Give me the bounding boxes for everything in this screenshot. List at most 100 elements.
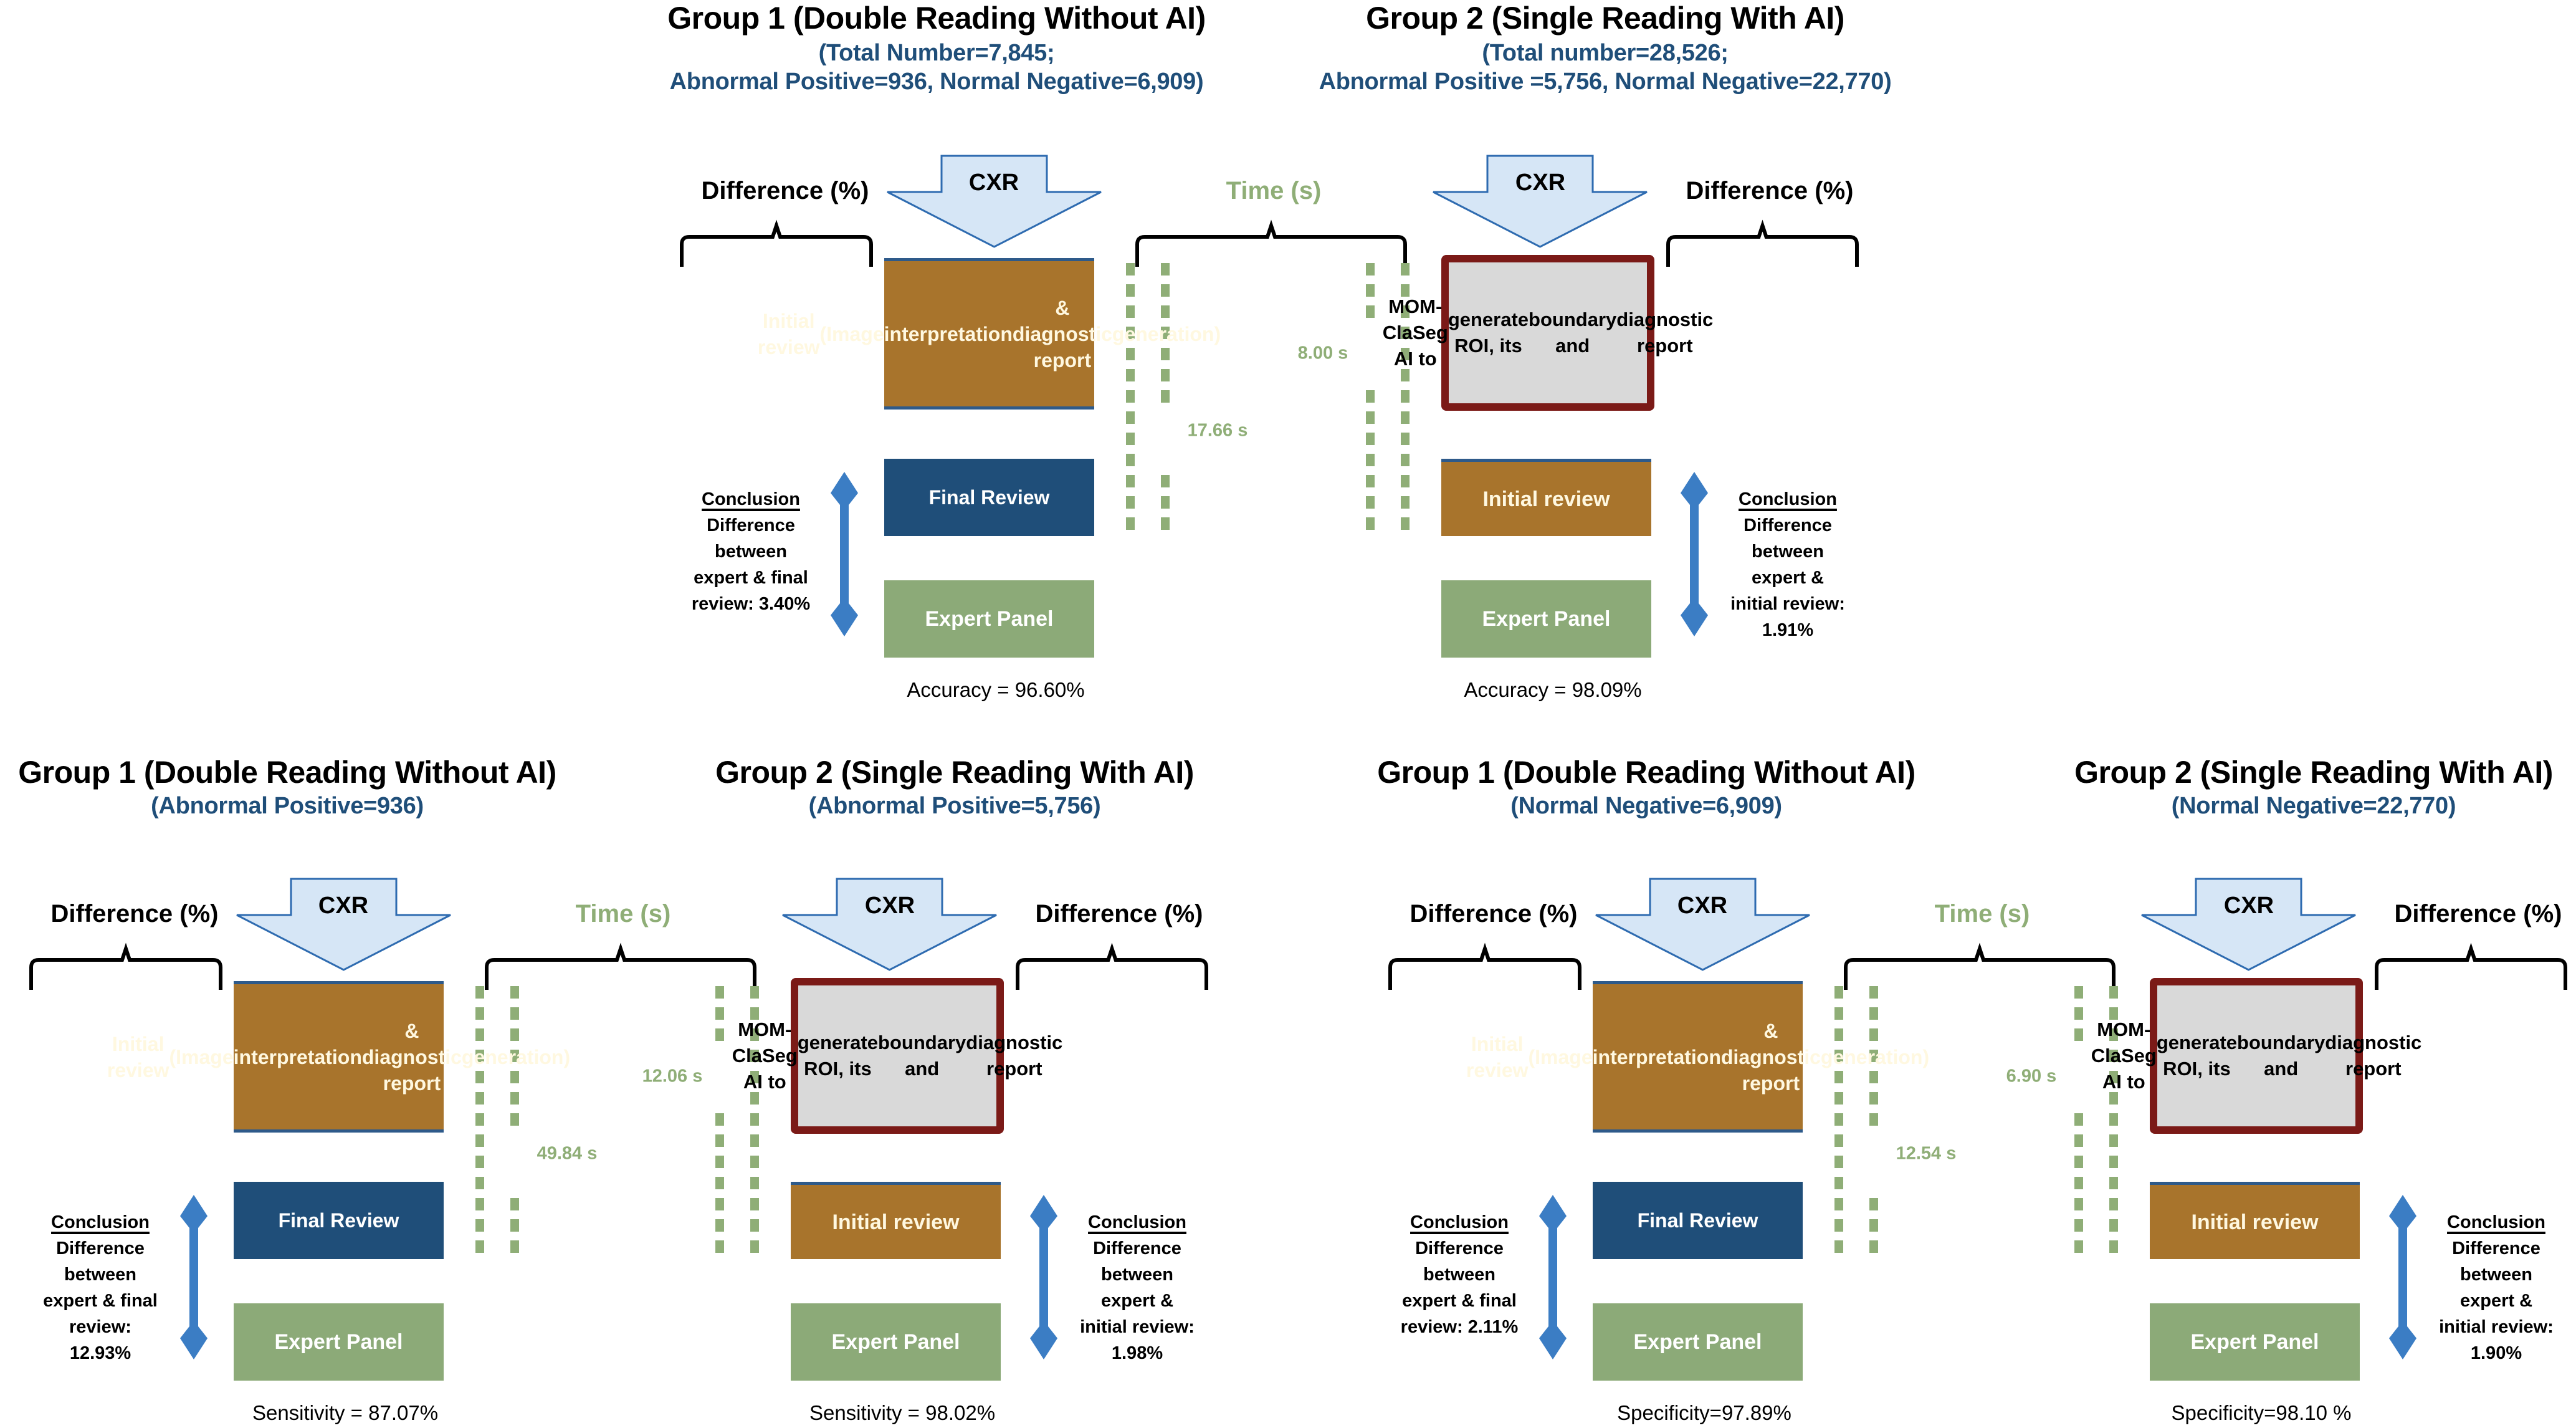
text-line: expert & final [43,1291,158,1311]
time-dots-group2-outer [750,1134,759,1147]
expert-panel-box-group2: Expert Panel [791,1303,1001,1381]
conclusion-heading: Conclusion [2447,1212,2545,1232]
time-dots-group1-inner [1161,263,1170,276]
initial-review-box-group2: Initial review [1441,459,1651,536]
group1-title: Group 1 (Double Reading Without AI) [667,1,1206,36]
time-dots-group1-inner [1161,305,1170,318]
time-dots-group2-inner [715,1028,724,1041]
time-dots-group1-inner [1869,1028,1878,1041]
time-bracket [1844,942,2116,990]
time-dots-group2-outer [750,1177,759,1189]
time-dots-group1-inner [1161,475,1170,487]
time-dots-group1-outer [1126,369,1135,381]
time-dots-group2-outer [750,1113,759,1126]
text-line: between [1751,542,1825,562]
text-line: 1.98% [1111,1343,1163,1363]
text-line: expert & [2459,1291,2533,1311]
difference-double-arrow-group2-top-head [1030,1195,1057,1234]
time-bracket [1135,219,1407,267]
ai-box-mom-claseg: MOM-ClaSeg AI to generate ROI, its boundar… [2091,978,2421,1134]
time-dots-group1-outer [475,1113,484,1126]
difference-header-group2: Difference (%) [1686,177,1854,204]
text-line: generation) [461,1045,571,1068]
text-line: generate ROI, its [2156,1032,2238,1080]
cxr-label-group2: CXR [2223,893,2274,919]
difference-double-arrow-group1-bottom-head [180,1321,208,1359]
text-line: (Abnormal Positive=5,756) [808,793,1101,819]
time-bracket [485,942,756,990]
time-dots-group1-outer [475,1134,484,1147]
metric-group2: Specificity=98.10 % [2171,1401,2352,1424]
text-line: diagnostic report [966,1032,1063,1080]
time-value-group2: 8.00 s [1297,343,1348,363]
initial-review-box-group2: Initial review [2150,1182,2360,1259]
metric-group1: Accuracy = 96.60% [907,678,1085,701]
difference-double-arrow-group2-bottom-head [1681,598,1708,636]
time-dots-group2-outer [1401,496,1410,509]
time-dots-group2-inner [2074,1156,2083,1168]
time-dots-group1-outer [1834,1240,1843,1253]
time-dots-group1-outer [475,1028,484,1041]
time-dots-group1-inner [1161,517,1170,530]
expert-panel-box-group2: Expert Panel [2150,1303,2360,1381]
text-line: expert & final [1402,1291,1517,1311]
time-header: Time (s) [1226,177,1322,204]
time-dots-group2-inner [1366,411,1375,424]
conclusion-group2: Conclusion Difference between expert & initi… [1062,1209,1212,1366]
cxr-label-group2: CXR [864,893,915,919]
text-line: generation) [1112,322,1221,345]
time-dots-group2-inner [715,1007,724,1020]
conclusion-heading: Conclusion [51,1212,150,1232]
time-dots-group1-outer [1126,411,1135,424]
text-line: MOM-ClaSeg AI to [2091,1018,2157,1093]
metric-group2: Accuracy = 98.09% [1464,678,1642,701]
text-line: (Normal Negative=6,909) [1510,793,1782,819]
text-line: (Image [1528,1045,1593,1068]
final-review-box: Final Review [234,1182,444,1259]
difference-bracket-group1 [29,942,222,990]
difference-header-group1: Difference (%) [701,177,869,204]
conclusion-group1: Conclusion Difference between expert & fina… [676,486,826,617]
difference-double-arrow-group1-bottom-head [1539,1321,1567,1359]
time-dots-group1-outer [1126,348,1135,360]
conclusion-group2: Conclusion Difference between expert & initi… [1713,486,1863,643]
difference-double-arrow-group2-top-head [2389,1195,2416,1234]
expert-panel-box-group2: Expert Panel [1441,580,1651,658]
time-dots-group1-outer [1834,1071,1843,1083]
time-dots-group2-outer [1401,263,1410,276]
time-dots-group1-outer [1834,1198,1843,1210]
time-dots-group1-inner [1869,1092,1878,1105]
time-dots-group2-inner [1366,475,1375,487]
text-line: Initial review [1466,1032,1529,1081]
final-review-box: Final Review [1593,1182,1803,1259]
time-dots-group2-inner [715,1156,724,1168]
time-dots-group2-outer [750,986,759,999]
time-dots-group1-inner [1869,1007,1878,1020]
time-dots-group1-outer [1834,1092,1843,1105]
group2-subtitle: (Normal Negative=22,770) [2172,792,2456,820]
initial-review-box-group2: Initial review [791,1182,1001,1259]
time-dots-group1-outer [1126,263,1135,276]
time-dots-group2-outer [2109,1198,2118,1210]
text-line: (Total number=28,526; [1482,40,1729,66]
difference-double-arrow-group2-bottom-head [2389,1321,2416,1359]
time-dots-group1-outer [1834,986,1843,999]
text-line: initial review: [1730,594,1845,614]
text-line: interpretation [233,1045,362,1068]
time-dots-group1-inner [1161,390,1170,403]
text-line: Difference [1415,1239,1504,1258]
time-dots-group2-inner [715,986,724,999]
time-dots-group2-inner [1366,517,1375,530]
expert-panel-box-group1: Expert Panel [884,580,1094,658]
time-dots-group2-inner [715,1240,724,1253]
initial-review-box-group1: Initial review (Image interpretation & diag… [107,981,570,1133]
time-dots-group1-outer [1834,1113,1843,1126]
cxr-label-group1: CXR [318,893,369,919]
text-line: Initial review [107,1032,169,1081]
text-line: between [1100,1265,1174,1285]
time-dots-group2-outer [1401,517,1410,530]
time-dots-group2-outer [750,1240,759,1253]
time-dots-group1-outer [1834,1007,1843,1020]
group2-title: Group 2 (Single Reading With AI) [2074,755,2553,790]
group1-title: Group 1 (Double Reading Without AI) [18,755,556,790]
